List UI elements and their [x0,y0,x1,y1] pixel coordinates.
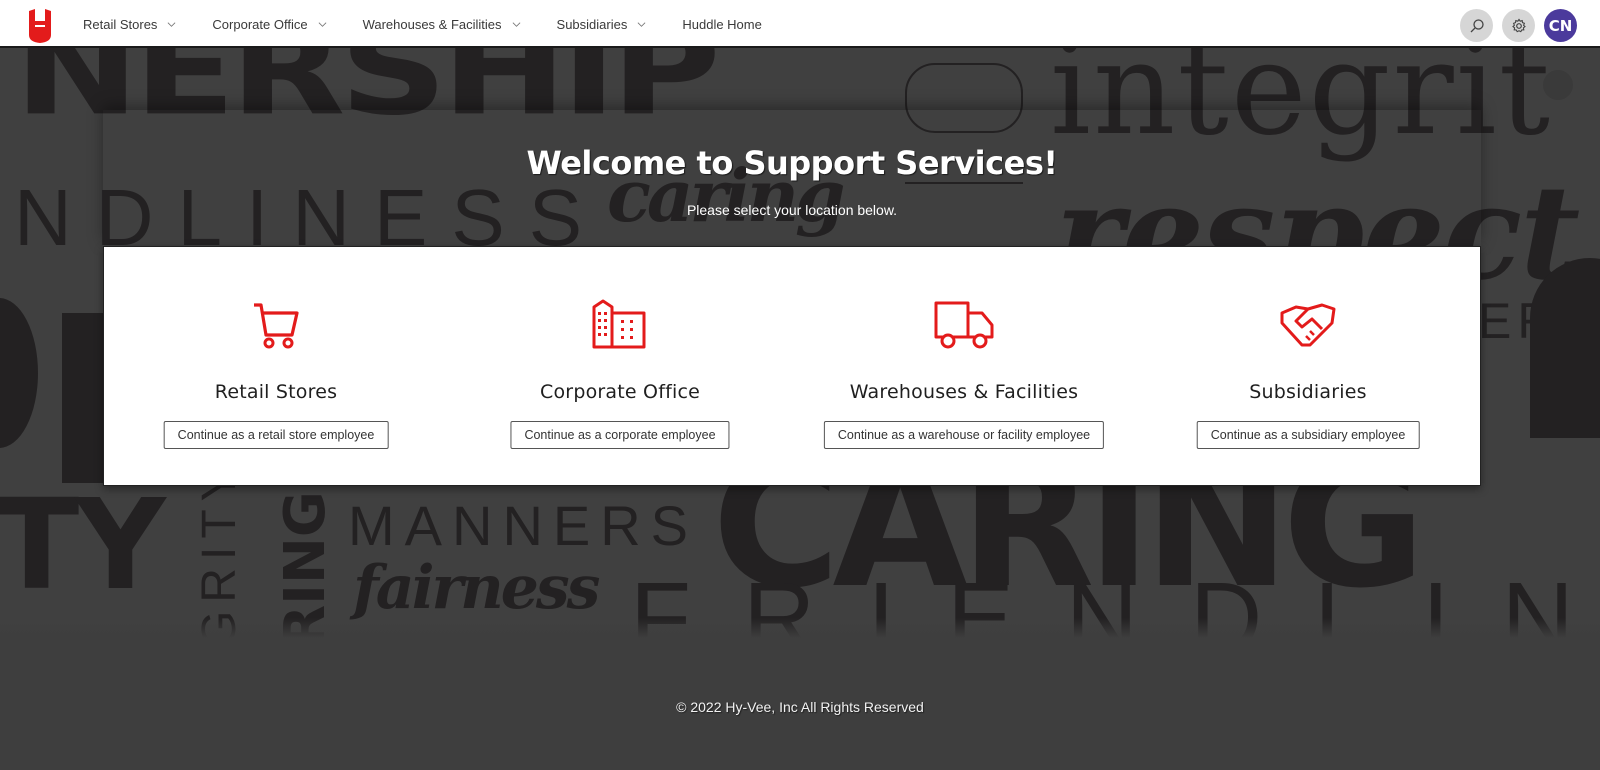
continue-retail-button[interactable]: Continue as a retail store employee [163,421,389,449]
nav-subsidiaries[interactable]: Subsidiaries [557,17,647,32]
nav-label: Corporate Office [212,16,308,32]
nav-retail-stores[interactable]: Retail Stores [83,17,176,32]
chevron-down-icon [512,21,520,27]
chevron-down-icon [318,21,326,27]
location-subsidiaries: Subsidiaries Continue as a subsidiary em… [1136,247,1480,485]
location-label: Retail Stores [214,381,338,403]
chevron-down-icon [637,21,646,27]
bg-shape [0,298,38,448]
bg-shape [1530,258,1600,438]
bg-word: TY [0,473,166,618]
bg-word: fairness [353,553,600,623]
nav-label: Subsidiaries [556,16,628,32]
handshake-icon [1280,303,1336,347]
continue-subsidiary-button[interactable]: Continue as a subsidiary employee [1196,421,1420,449]
page-title: Welcome to Support Services! [526,144,1058,182]
shopping-cart-icon [254,303,299,349]
footer: © 2022 Hy-Vee, Inc All Rights Reserved [0,638,1600,770]
copyright-text: © 2022 Hy-Vee, Inc All Rights Reserved [676,699,924,715]
nav-warehouses-facilities[interactable]: Warehouses & Facilities [363,17,521,32]
location-label: Warehouses & Facilities [849,381,1079,403]
search-button[interactable] [1460,9,1493,42]
user-avatar[interactable]: CN [1544,9,1577,42]
bg-word: GRITY [193,461,246,638]
continue-warehouse-button[interactable]: Continue as a warehouse or facility empl… [823,421,1105,449]
location-corporate-office: Corporate Office Continue as a corporate… [448,247,792,485]
nav-corporate-office[interactable]: Corporate Office [212,17,326,32]
bg-word: RING [273,491,338,638]
bg-fade [0,618,1600,638]
bg-shape [62,313,107,483]
delivery-truck-icon [934,301,994,349]
top-nav: Retail Stores Corporate Office Warehouse… [0,0,1600,48]
location-label: Corporate Office [540,381,700,403]
hy-vee-logo[interactable] [28,9,52,43]
location-retail-stores: Retail Stores Continue as a retail store… [104,247,448,485]
location-warehouses-facilities: Warehouses & Facilities Continue as a wa… [792,247,1136,485]
hero-banner: Welcome to Support Services! Please sele… [103,110,1481,246]
side-menu-button[interactable] [1543,70,1573,100]
nav-label: Huddle Home [682,16,762,32]
continue-corporate-button[interactable]: Continue as a corporate employee [510,421,730,449]
office-building-icon [592,299,646,349]
page-subtitle: Please select your location below. [686,202,898,218]
nav-label: Warehouses & Facilities [362,16,502,32]
gear-icon [1511,18,1526,32]
chevron-down-icon [168,21,176,27]
settings-button[interactable] [1502,9,1535,42]
search-icon [1470,18,1484,32]
nav-label: Retail Stores [83,16,158,32]
bg-word: MANNERS [348,494,699,557]
nav-huddle-home[interactable]: Huddle Home [682,17,762,32]
location-panel: Retail Stores Continue as a retail store… [103,246,1481,486]
location-label: Subsidiaries [1249,381,1367,403]
